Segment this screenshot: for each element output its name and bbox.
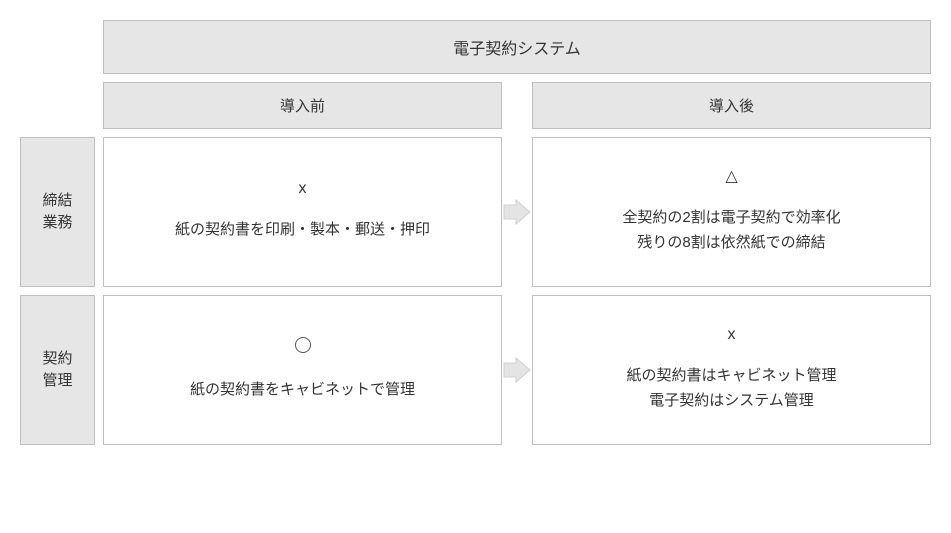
- cell-text: 全契約の2割は電子契約で効率化 残りの8割は依然紙での締結: [622, 205, 840, 256]
- row-cells-conclusion: x 紙の契約書を印刷・製本・郵送・押印 △ 全契約の2割は電子契約で効率化 残り…: [103, 137, 931, 287]
- row-label-conclusion: 締結 業務: [20, 137, 95, 287]
- diagram-title: 電子契約システム: [103, 20, 931, 74]
- cell-symbol: △: [725, 169, 737, 185]
- cell-symbol: x: [728, 327, 736, 343]
- column-header-after: 導入後: [532, 82, 931, 129]
- column-headers: 導入前 導入後: [103, 82, 931, 129]
- comparison-diagram: 電子契約システム 導入前 導入後 締結 業務 x 紙の契約書を印刷・製本・郵送・…: [20, 20, 931, 445]
- spacer: [20, 20, 95, 74]
- cell-management-before: 紙の契約書をキャビネットで管理: [103, 295, 502, 445]
- cell-text: 紙の契約書をキャビネットで管理: [190, 377, 415, 403]
- arrow-right: [502, 295, 532, 445]
- cell-text: 紙の契約書を印刷・製本・郵送・押印: [175, 217, 430, 243]
- row-label-management: 契約 管理: [20, 295, 95, 445]
- cell-conclusion-after: △ 全契約の2割は電子契約で効率化 残りの8割は依然紙での締結: [532, 137, 931, 287]
- row-cells-management: 紙の契約書をキャビネットで管理 x 紙の契約書はキャビネット管理 電子契約はシス…: [103, 295, 931, 445]
- arrow-right-icon: [502, 197, 532, 227]
- arrow-right: [502, 137, 532, 287]
- circle-icon: [295, 337, 311, 353]
- spacer: [20, 82, 95, 129]
- column-gap: [502, 82, 532, 129]
- cell-symbol: x: [299, 181, 307, 197]
- cell-conclusion-before: x 紙の契約書を印刷・製本・郵送・押印: [103, 137, 502, 287]
- cell-text: 紙の契約書はキャビネット管理 電子契約はシステム管理: [626, 363, 836, 414]
- row-label-text: 契約 管理: [42, 348, 72, 393]
- cell-symbol: [295, 337, 311, 357]
- cell-management-after: x 紙の契約書はキャビネット管理 電子契約はシステム管理: [532, 295, 931, 445]
- row-label-text: 締結 業務: [42, 190, 72, 235]
- column-header-before: 導入前: [103, 82, 502, 129]
- arrow-right-icon: [502, 355, 532, 385]
